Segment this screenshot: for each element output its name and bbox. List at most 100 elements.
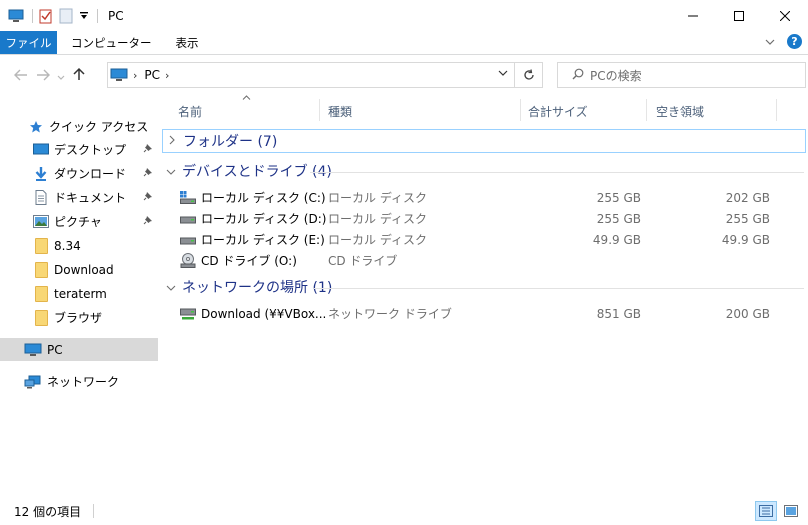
sidebar-item-label: ダウンロード — [54, 167, 127, 181]
drive-name: ローカル ディスク (E:) — [201, 233, 325, 247]
column-header-type[interactable]: 種類 — [328, 97, 352, 125]
drive-row-d[interactable]: ローカル ディスク (D:) ローカル ディスク 255 GB 255 GB — [162, 208, 808, 229]
column-header-free-space[interactable]: 空き領域 — [656, 97, 704, 125]
pin-icon[interactable] — [143, 167, 153, 180]
windows-drive-icon — [180, 191, 196, 205]
refresh-button[interactable] — [515, 62, 543, 88]
new-folder-icon[interactable] — [59, 8, 73, 24]
computer-icon — [24, 342, 42, 358]
hard-drive-icon — [180, 233, 196, 247]
sidebar-item-downloads[interactable]: ダウンロード — [0, 162, 158, 185]
drive-total-size: 255 GB — [596, 190, 641, 205]
folder-icon — [33, 237, 49, 254]
network-drive-row[interactable]: Download (¥¥VBox... ネットワーク ドライブ 851 GB 2… — [162, 303, 808, 324]
pictures-icon — [33, 214, 49, 230]
document-icon — [33, 190, 49, 206]
large-icons-view-icon — [784, 505, 798, 517]
sidebar-item-pictures[interactable]: ピクチャ — [0, 210, 158, 233]
close-button[interactable] — [762, 0, 808, 31]
drive-row-cd[interactable]: CD ドライブ (O:) CD ドライブ — [162, 250, 808, 271]
sidebar-item-quick-access[interactable]: クイック アクセス — [0, 115, 158, 138]
sidebar-item-label: ブラウザ — [54, 311, 103, 325]
drive-row-c[interactable]: ローカル ディスク (C:) ローカル ディスク 255 GB 202 GB — [162, 187, 808, 208]
forward-arrow-icon[interactable] — [32, 67, 54, 85]
tab-computer[interactable]: コンピューター — [59, 31, 164, 54]
chevron-right-icon — [163, 135, 181, 148]
toolbar-separator — [97, 8, 98, 23]
cd-drive-icon — [180, 253, 196, 268]
sidebar-item-folder-browser[interactable]: ブラウザ — [0, 306, 158, 329]
chevron-down-icon — [162, 165, 180, 178]
folder-icon — [33, 261, 49, 278]
sidebar-item-pc[interactable]: PC — [0, 338, 158, 361]
sidebar-item-folder-download[interactable]: Download — [0, 258, 158, 281]
drive-row-e[interactable]: ローカル ディスク (E:) ローカル ディスク 49.9 GB 49.9 GB — [162, 229, 808, 250]
navigation-bar: › PC › PCの検索 — [0, 55, 808, 97]
recent-locations-icon[interactable] — [54, 67, 68, 85]
column-header-total-size[interactable]: 合計サイズ — [528, 97, 588, 125]
pin-icon[interactable] — [143, 191, 153, 204]
toolbar-separator — [32, 8, 33, 23]
tab-view[interactable]: 表示 — [164, 31, 211, 54]
column-divider[interactable] — [776, 99, 777, 121]
drive-type: ローカル ディスク — [328, 233, 427, 247]
search-box[interactable]: PCの検索 — [557, 62, 806, 88]
drive-name: ローカル ディスク (C:) — [201, 191, 326, 205]
sidebar-item-network[interactable]: ネットワーク — [0, 370, 158, 393]
file-list: 名前 種類 合計サイズ 空き領域 フォルダー (7) デバイスとドライブ (4)… — [162, 95, 808, 497]
drive-name: ローカル ディスク (D:) — [201, 212, 327, 226]
customize-toolbar-icon[interactable] — [79, 11, 89, 21]
drive-type: ネットワーク ドライブ — [328, 307, 452, 321]
drive-type: ローカル ディスク — [328, 212, 427, 226]
properties-icon[interactable] — [39, 8, 53, 24]
breadcrumb-separator[interactable]: › — [165, 69, 169, 82]
help-icon[interactable]: ? — [787, 34, 802, 49]
back-arrow-icon[interactable] — [10, 67, 32, 85]
sidebar-item-folder-8-34[interactable]: 8.34 — [0, 234, 158, 257]
group-label: フォルダー (7) — [183, 134, 278, 150]
column-divider[interactable] — [646, 99, 647, 121]
sidebar-item-folder-teraterm[interactable]: teraterm — [0, 282, 158, 305]
ribbon-right-controls: ? — [765, 34, 802, 49]
pin-icon[interactable] — [143, 215, 153, 228]
address-bar[interactable]: › PC › — [107, 62, 515, 88]
large-icons-view-button[interactable] — [780, 501, 802, 521]
search-placeholder: PCの検索 — [590, 68, 642, 83]
navigation-pane: クイック アクセス デスクトップ ダウンロード ドキュメント ピクチャ 8.34… — [0, 97, 158, 497]
column-divider[interactable] — [520, 99, 521, 121]
status-bar: 12 個の項目 — [0, 497, 808, 525]
group-label: デバイスとドライブ (4) — [182, 164, 332, 180]
address-dropdown-icon[interactable] — [498, 68, 508, 79]
breadcrumb-pc[interactable]: PC — [144, 68, 160, 82]
folder-icon — [33, 309, 49, 326]
pin-icon[interactable] — [143, 143, 153, 156]
minimize-button[interactable] — [670, 0, 716, 31]
chevron-down-icon — [162, 281, 180, 294]
drive-type: ローカル ディスク — [328, 191, 427, 205]
drive-free-space: 255 GB — [725, 211, 770, 226]
column-header-name[interactable]: 名前 — [178, 97, 202, 125]
drive-total-size: 49.9 GB — [592, 232, 641, 247]
quick-access-toolbar: PC — [0, 0, 124, 31]
sidebar-item-desktop[interactable]: デスクトップ — [0, 138, 158, 161]
column-divider[interactable] — [319, 99, 320, 121]
drive-type: CD ドライブ — [328, 254, 398, 268]
expand-ribbon-icon[interactable] — [765, 35, 775, 49]
sidebar-item-label: ネットワーク — [47, 375, 120, 389]
group-header-devices[interactable]: デバイスとドライブ (4) — [162, 159, 332, 183]
up-arrow-icon[interactable] — [68, 67, 90, 85]
group-header-folders[interactable]: フォルダー (7) — [162, 129, 806, 153]
sidebar-item-documents[interactable]: ドキュメント — [0, 186, 158, 209]
tab-file[interactable]: ファイル — [0, 31, 57, 54]
group-header-network-locations[interactable]: ネットワークの場所 (1) — [162, 275, 332, 299]
window-title: PC — [108, 8, 124, 23]
drive-total-size: 851 GB — [596, 306, 641, 321]
hard-drive-icon — [180, 212, 196, 226]
details-view-button[interactable] — [755, 501, 777, 521]
drive-name: CD ドライブ (O:) — [201, 254, 297, 268]
sort-ascending-icon — [242, 93, 251, 103]
drive-name: Download (¥¥VBox... — [201, 306, 327, 321]
breadcrumb-separator[interactable]: › — [133, 69, 137, 82]
download-icon — [33, 166, 49, 182]
maximize-button[interactable] — [716, 0, 762, 31]
